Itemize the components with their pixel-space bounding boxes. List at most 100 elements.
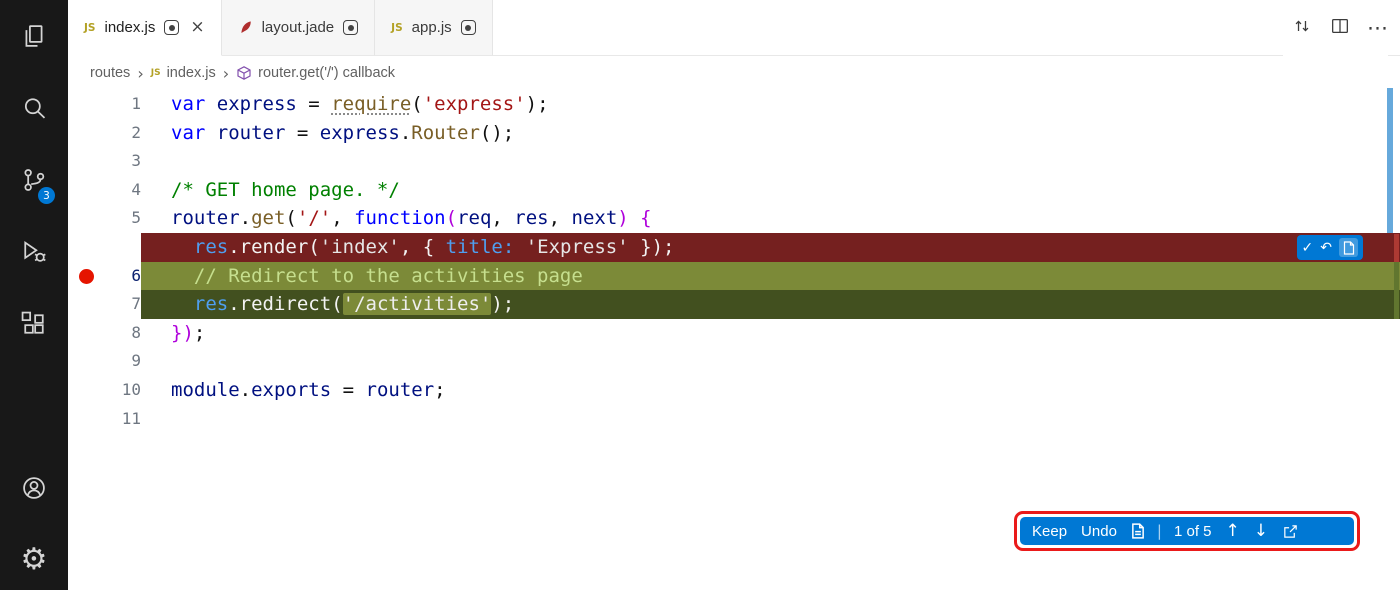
gutter-glyph-margin[interactable]: [68, 347, 105, 376]
gutter-glyph-margin[interactable]: [68, 233, 105, 262]
gutter-glyph-margin[interactable]: [68, 262, 105, 291]
keep-button[interactable]: Keep: [1032, 523, 1067, 540]
modified-badge-icon[interactable]: [461, 20, 476, 35]
js-file-icon: JS: [84, 22, 95, 34]
sidebar-item-settings[interactable]: ⚙: [0, 542, 68, 578]
line-number: [105, 233, 141, 262]
modified-badge-icon[interactable]: [164, 20, 179, 35]
line-number: 3: [105, 147, 141, 176]
code-line-content[interactable]: [141, 347, 1400, 376]
jade-file-icon: [238, 20, 253, 35]
previous-change-button[interactable]: ↑: [1226, 523, 1240, 540]
code-line: 11: [68, 405, 1400, 434]
split-editor-icon[interactable]: [1329, 15, 1351, 42]
breadcrumb-item-routes[interactable]: routes: [90, 65, 130, 81]
view-file-button[interactable]: [1339, 238, 1358, 257]
code-line-content[interactable]: var express = require('express');: [141, 90, 1400, 119]
gutter-glyph-margin[interactable]: [68, 90, 105, 119]
tab-label: index.js: [104, 19, 155, 36]
tab-app-js[interactable]: JS app.js: [375, 0, 493, 56]
gutter-glyph-margin[interactable]: [68, 204, 105, 233]
sidebar-item-extensions[interactable]: [0, 308, 68, 344]
overview-ruler-deleted-mark: [1394, 234, 1399, 262]
discard-change-button[interactable]: ↶: [1320, 241, 1332, 255]
more-actions-icon[interactable]: ⋯: [1367, 18, 1388, 39]
open-file-button[interactable]: [1282, 523, 1299, 540]
code-line: 2var router = express.Router();: [68, 119, 1400, 148]
code-line-content[interactable]: });: [141, 319, 1400, 348]
gutter-glyph-margin[interactable]: [68, 405, 105, 434]
code-line: 4/* GET home page. */: [68, 176, 1400, 205]
extensions-icon: [20, 310, 48, 343]
code-line: 10module.exports = router;: [68, 376, 1400, 405]
code-line: 8});: [68, 319, 1400, 348]
js-file-icon: JS: [151, 68, 161, 78]
tab-layout-jade[interactable]: layout.jade: [222, 0, 376, 56]
tab-index-js[interactable]: JS index.js ×: [68, 0, 222, 56]
code-line: 1var express = require('express');: [68, 90, 1400, 119]
breadcrumb: routes › JS index.js › router.get('/') c…: [68, 56, 1400, 90]
line-number: 2: [105, 119, 141, 148]
sidebar-item-search[interactable]: [0, 92, 68, 128]
undo-button[interactable]: Undo: [1081, 523, 1117, 540]
line-number: 10: [105, 376, 141, 405]
code-lines: 1var express = require('express');2var r…: [68, 90, 1400, 433]
scrollbar-thumb[interactable]: [1387, 88, 1393, 233]
editor-actions: ⋯: [1283, 0, 1388, 56]
tab-label: app.js: [412, 19, 452, 36]
gutter-glyph-margin[interactable]: [68, 119, 105, 148]
explorer-icon: [20, 22, 48, 55]
sidebar-item-source-control[interactable]: 3: [0, 164, 68, 200]
modified-badge-icon[interactable]: [343, 20, 358, 35]
tab-label: layout.jade: [262, 19, 335, 36]
code-line-content[interactable]: // Redirect to the activities page: [141, 262, 1400, 291]
code-line: 5router.get('/', function(req, res, next…: [68, 204, 1400, 233]
gear-icon: ⚙: [21, 545, 48, 575]
sidebar-item-explorer[interactable]: [0, 20, 68, 56]
annotation-highlight: Keep Undo | 1 of 5 ↑ ↓: [1014, 511, 1360, 551]
activity-bar: 3 ⚙: [0, 0, 68, 590]
gutter-glyph-margin[interactable]: [68, 376, 105, 405]
code-line-content[interactable]: var router = express.Router();: [141, 119, 1400, 148]
code-line: 3: [68, 147, 1400, 176]
code-line: 7 res.redirect('/activities');: [68, 290, 1400, 319]
gutter-glyph-margin[interactable]: [68, 147, 105, 176]
code-line-content[interactable]: module.exports = router;: [141, 376, 1400, 405]
source-control-badge: 3: [38, 187, 55, 204]
breadcrumb-item-symbol[interactable]: router.get('/') callback: [258, 65, 395, 81]
search-icon: [20, 94, 48, 127]
copilot-edits-toolbar: Keep Undo | 1 of 5 ↑ ↓: [1020, 517, 1354, 545]
inline-diff-toolbar: ✓ ↶: [1297, 235, 1363, 260]
sidebar-item-run-debug[interactable]: [0, 236, 68, 272]
code-line-content[interactable]: res.render('index', { title: 'Express' }…: [141, 233, 1400, 262]
line-number: 6: [105, 262, 141, 291]
breadcrumb-item-file[interactable]: index.js: [167, 65, 216, 81]
changed-file-icon[interactable]: [1131, 523, 1145, 539]
tab-bar: JS index.js × layout.jade JS app.js: [68, 0, 1400, 56]
line-number: 9: [105, 347, 141, 376]
symbol-method-icon: [236, 65, 252, 81]
gutter-glyph-margin[interactable]: [68, 290, 105, 319]
gutter-glyph-margin[interactable]: [68, 176, 105, 205]
gutter-glyph-margin[interactable]: [68, 319, 105, 348]
code-line-content[interactable]: router.get('/', function(req, res, next)…: [141, 204, 1400, 233]
chevron-right-icon: ›: [222, 64, 230, 83]
js-file-icon: JS: [391, 22, 402, 34]
code-line-content[interactable]: [141, 147, 1400, 176]
change-counter: 1 of 5: [1174, 523, 1212, 540]
open-changes-icon[interactable]: [1291, 15, 1313, 42]
code-line-content[interactable]: [141, 405, 1400, 434]
line-number: 1: [105, 90, 141, 119]
code-line-content[interactable]: res.redirect('/activities');: [141, 290, 1400, 319]
code-line: res.render('index', { title: 'Express' }…: [68, 233, 1400, 262]
breakpoint-icon[interactable]: [79, 269, 94, 284]
close-icon[interactable]: ×: [190, 19, 204, 36]
chevron-right-icon: ›: [136, 64, 144, 83]
tab-bar-empty-space: [493, 0, 1400, 56]
sidebar-item-accounts[interactable]: [0, 472, 68, 508]
accept-change-button[interactable]: ✓: [1302, 241, 1314, 255]
code-line-content[interactable]: /* GET home page. */: [141, 176, 1400, 205]
overview-ruler-added-mark: [1394, 262, 1399, 319]
line-number: 8: [105, 319, 141, 348]
next-change-button[interactable]: ↓: [1254, 523, 1268, 540]
